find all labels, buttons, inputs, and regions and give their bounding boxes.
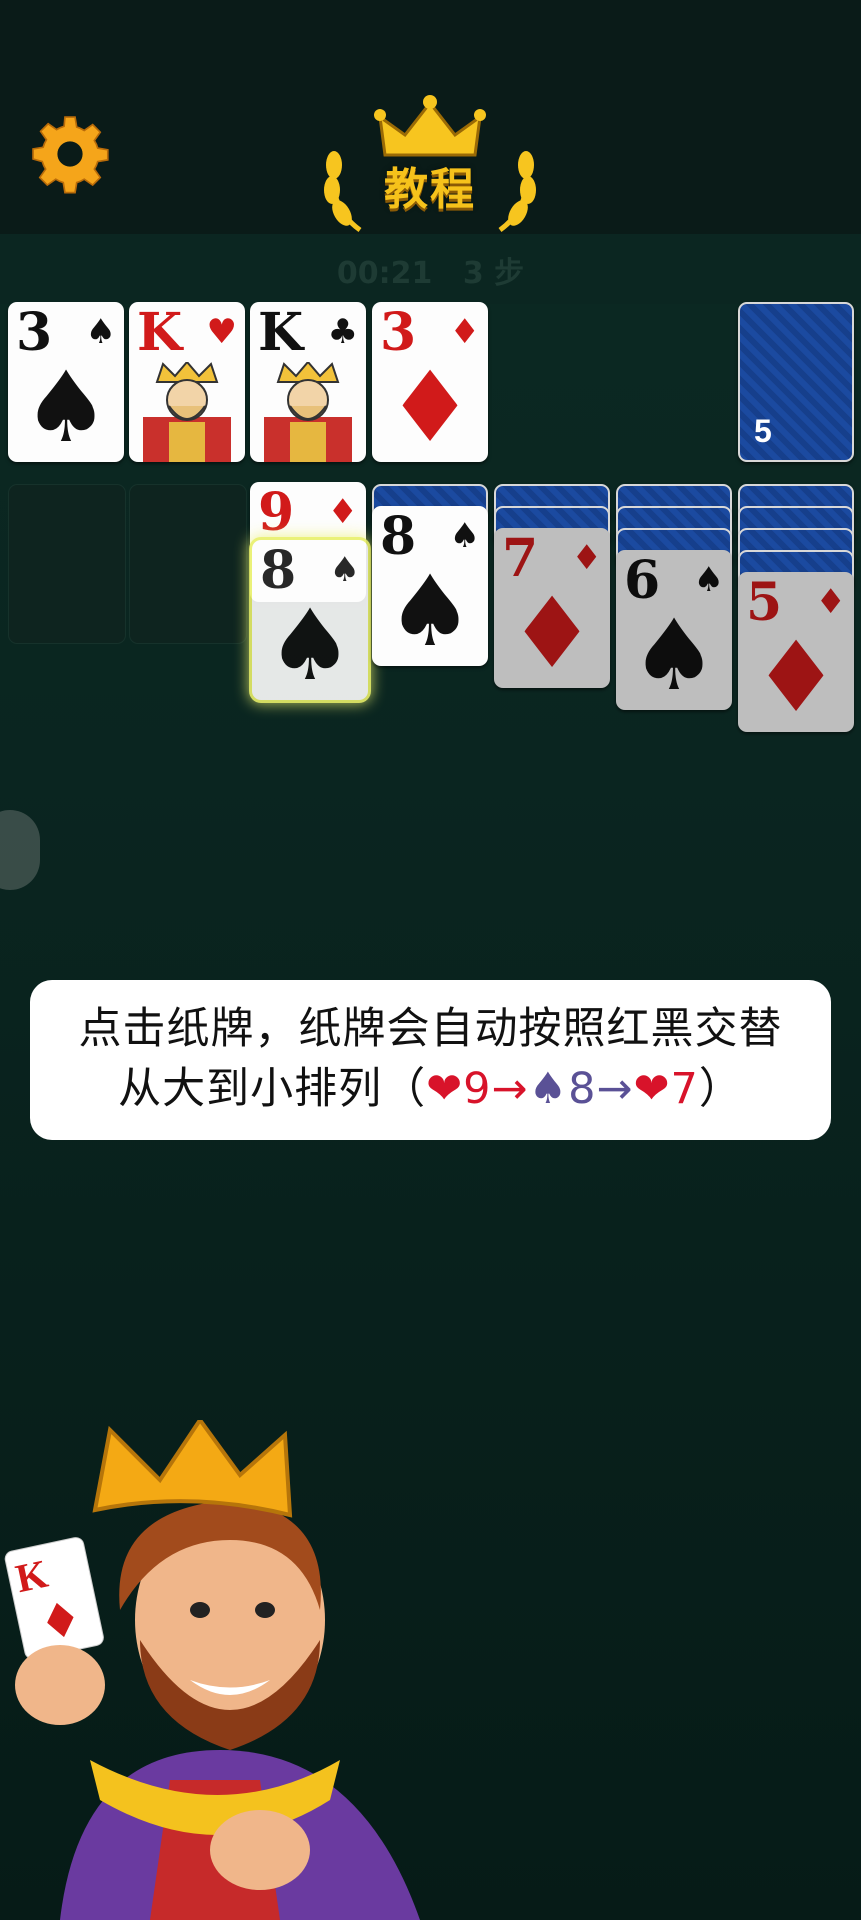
- king-face-icon: [264, 362, 352, 462]
- tutorial-line-1: 点击纸牌，纸牌会自动按照红黑交替: [78, 1004, 783, 1054]
- moves-text: 3 步: [462, 256, 525, 291]
- rank-9: 9: [463, 1064, 492, 1114]
- tableau-card-8-spade-selected[interactable]: 8 ♠ ♠: [252, 540, 368, 700]
- diamond-icon: ♦: [449, 312, 480, 352]
- card-rank: K: [137, 302, 183, 363]
- tutorial-line-2-suffix: ）: [698, 1064, 743, 1114]
- spade-icon: ♠: [528, 1064, 569, 1114]
- empty-tableau-slot-1[interactable]: [8, 484, 126, 644]
- king-face-icon: [143, 362, 231, 462]
- timer-text: 00:21: [336, 256, 433, 291]
- spade-icon: ♠: [630, 599, 718, 710]
- arrow-icon: →: [491, 1064, 529, 1114]
- diamond-icon: ♦: [815, 582, 846, 622]
- tableau-card-6-spade[interactable]: 6 ♠ ♠: [616, 550, 732, 710]
- spade-icon: ♠: [329, 550, 360, 590]
- empty-tableau-slot-2[interactable]: [129, 484, 247, 644]
- spade-icon: ♠: [693, 560, 724, 600]
- stock-count: 5: [754, 413, 772, 449]
- king-mascot-illustration: K ♦: [4, 1420, 420, 1920]
- tutorial-line-2: 从大到小排列（❤9→♠8→❤7）: [30, 1054, 831, 1116]
- diamond-icon: ♦: [386, 351, 474, 462]
- card-rank: 9: [258, 482, 295, 543]
- diamond-icon: ♦: [571, 538, 602, 578]
- foundation-card-1[interactable]: 3 ♠ ♠: [8, 302, 124, 462]
- rank-8: 8: [568, 1064, 597, 1114]
- stock-pile[interactable]: 5: [738, 302, 854, 462]
- tableau-card-5-diamond[interactable]: 5 ♦ ♦: [738, 572, 854, 732]
- spade-icon: ♠: [449, 516, 480, 556]
- spade-icon: ♠: [266, 589, 354, 700]
- tableau-card-7-diamond[interactable]: 7 ♦ ♦: [494, 528, 610, 688]
- diamond-icon: ♦: [327, 492, 358, 532]
- arrow-icon: →: [596, 1064, 634, 1114]
- foundation-card-4[interactable]: 3 ♦ ♦: [372, 302, 488, 462]
- heart-icon: ❤: [426, 1064, 464, 1114]
- title-badge: 教程: [324, 95, 536, 233]
- club-icon: ♣: [327, 312, 358, 352]
- foundation-card-2[interactable]: K ♥: [129, 302, 245, 462]
- page-title: 教程: [384, 164, 476, 215]
- heart-icon: ♥: [206, 312, 237, 352]
- card-rank: K: [258, 302, 304, 363]
- foundation-card-3[interactable]: K ♣: [250, 302, 366, 462]
- gear-icon[interactable]: [28, 112, 112, 196]
- tutorial-line-2-prefix: 从大到小排列（: [118, 1064, 427, 1114]
- spade-icon: ♠: [22, 351, 110, 462]
- game-stats: 00:21 3 步: [0, 248, 861, 292]
- diamond-icon: ♦: [508, 577, 596, 688]
- diamond-icon: ♦: [752, 621, 840, 732]
- spade-icon: ♠: [386, 555, 474, 666]
- spade-icon: ♠: [85, 312, 116, 352]
- heart-icon: ❤: [633, 1064, 671, 1114]
- tableau-card-8-spade[interactable]: 8 ♠ ♠: [372, 506, 488, 666]
- side-theme-button[interactable]: [0, 810, 40, 890]
- tutorial-bubble: 点击纸牌，纸牌会自动按照红黑交替 从大到小排列（❤9→♠8→❤7）: [30, 980, 831, 1140]
- rank-7: 7: [670, 1064, 699, 1114]
